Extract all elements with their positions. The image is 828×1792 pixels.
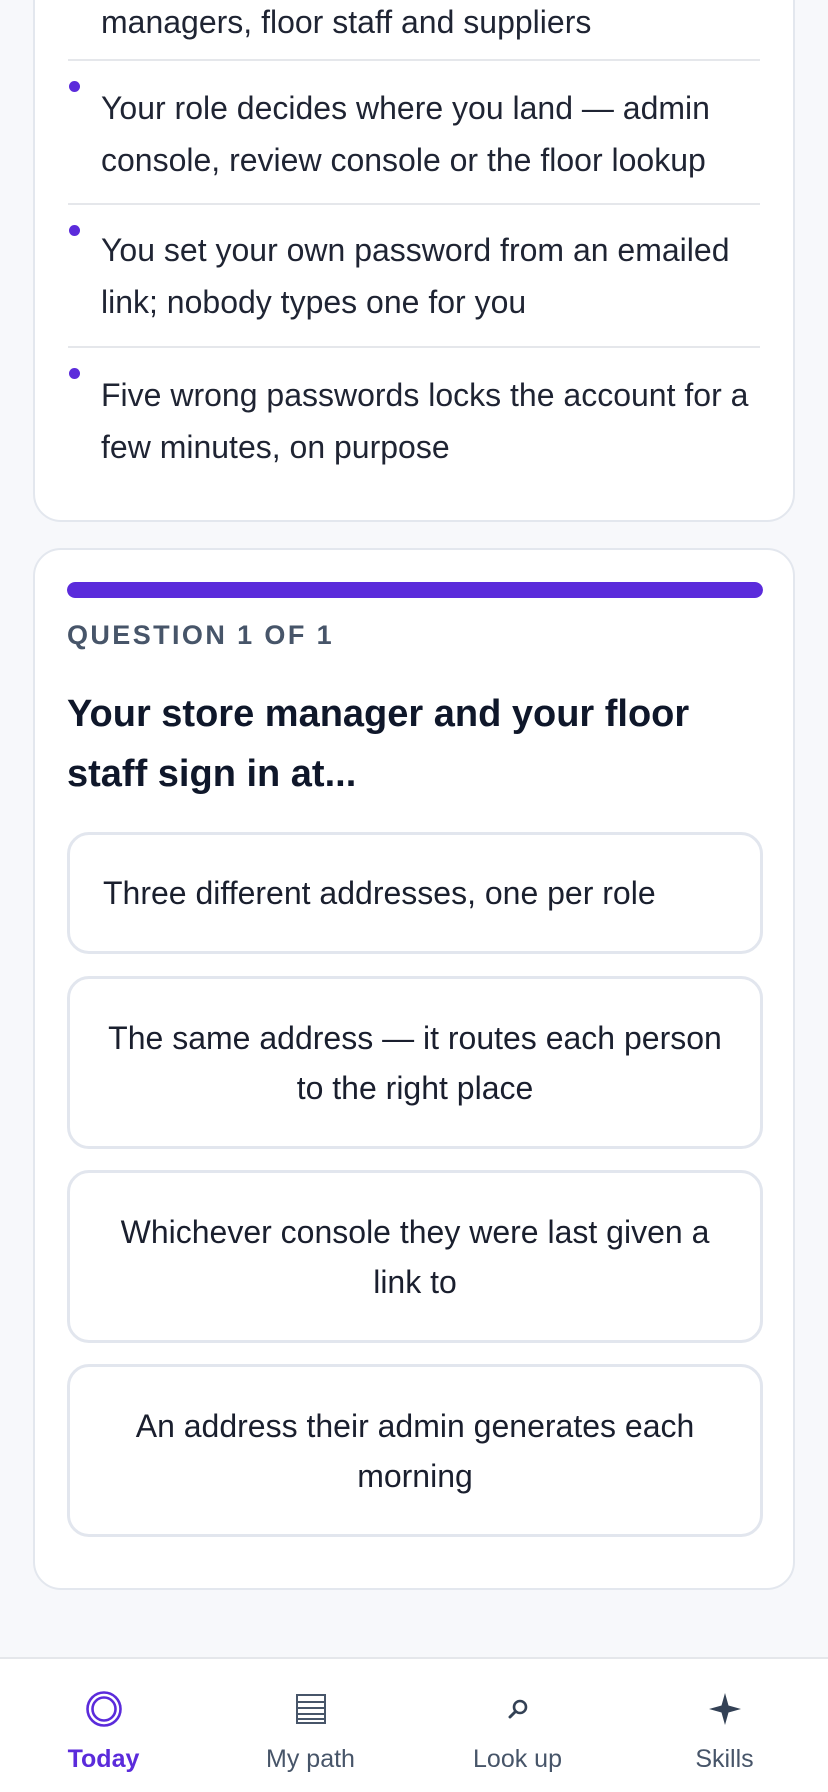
quiz-card: QUESTION 1 OF 1 Your store manager and y… <box>33 548 795 1590</box>
quiz-progress-fill <box>67 582 763 598</box>
search-icon <box>414 1689 621 1729</box>
summary-item: managers, floor staff and suppliers <box>68 0 760 61</box>
summary-item-text: You set your own password from an emaile… <box>101 232 730 320</box>
summary-item: Five wrong passwords locks the account f… <box>68 348 760 498</box>
answer-option-1[interactable]: Three different addresses, one per role <box>67 832 763 954</box>
bullet-dot <box>69 368 80 379</box>
nav-item-my-path[interactable]: My path <box>207 1659 414 1792</box>
answer-option-label: The same address — it routes each person… <box>108 1019 722 1106</box>
summary-item-text: Five wrong passwords locks the account f… <box>101 377 749 465</box>
question-counter: QUESTION 1 OF 1 <box>67 620 335 650</box>
sparkle-icon <box>621 1689 828 1729</box>
answer-option-4[interactable]: An address their admin generates each mo… <box>67 1364 763 1537</box>
nav-item-label: Skills <box>695 1745 754 1773</box>
list-icon <box>207 1689 414 1729</box>
summary-item-text: managers, floor staff and suppliers <box>101 4 592 40</box>
answer-option-label: Three different addresses, one per role <box>103 875 656 911</box>
nav-item-skills[interactable]: Skills <box>621 1659 828 1792</box>
quiz-progress-bar <box>67 582 763 598</box>
nav-item-look-up[interactable]: Look up <box>414 1659 621 1792</box>
answer-option-label: An address their admin generates each mo… <box>135 1407 695 1494</box>
summary-list: managers, floor staff and suppliers Your… <box>68 0 760 498</box>
summary-item: You set your own password from an emaile… <box>68 205 760 348</box>
target-icon <box>0 1689 207 1729</box>
bullet-dot <box>69 81 80 92</box>
nav-item-label: Today <box>67 1745 140 1773</box>
bullet-dot <box>69 225 80 236</box>
answer-option-3[interactable]: Whichever console they were last given a… <box>67 1170 763 1343</box>
question-title: Your store manager and your floor staff … <box>67 693 690 795</box>
answer-option-2[interactable]: The same address — it routes each person… <box>67 976 763 1149</box>
nav-item-label: My path <box>266 1745 355 1773</box>
nav-item-today[interactable]: Today <box>0 1659 207 1792</box>
app-screen: managers, floor staff and suppliers Your… <box>0 0 828 1792</box>
summary-item-text: Your role decides where you land — admin… <box>101 90 710 178</box>
bottom-nav: Today My path Look up Skills <box>0 1657 828 1792</box>
summary-card: managers, floor staff and suppliers Your… <box>33 0 795 522</box>
summary-item: Your role decides where you land — admin… <box>68 61 760 205</box>
answer-option-label: Whichever console they were last given a… <box>120 1213 710 1300</box>
nav-item-label: Look up <box>473 1745 562 1773</box>
